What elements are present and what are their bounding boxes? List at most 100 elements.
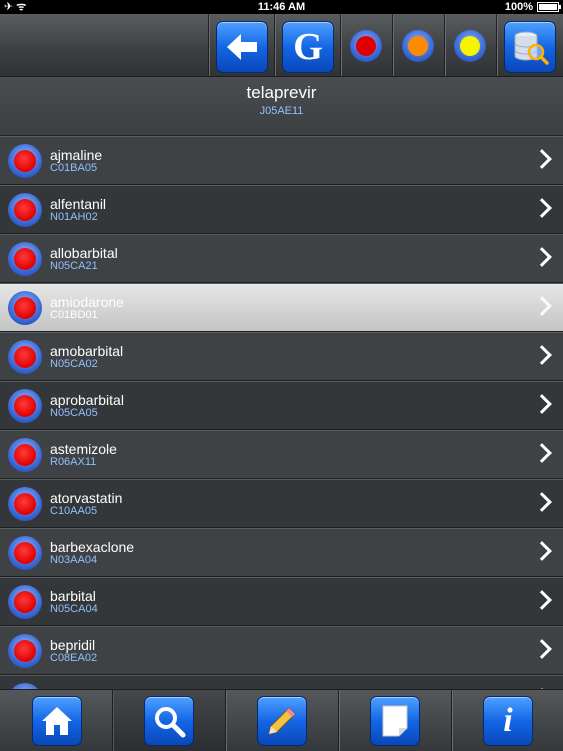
interaction-level-icon — [8, 487, 42, 521]
chevron-right-icon — [532, 345, 552, 365]
status-bar: ✈ ᯤ 11:46 AM 100% — [0, 0, 563, 14]
search-button[interactable] — [144, 696, 194, 746]
drug-code: C08EA02 — [50, 652, 98, 664]
toolbar-separator — [444, 14, 445, 76]
battery-percent: 100% — [504, 1, 533, 13]
interaction-level-icon — [8, 438, 42, 472]
database-search-button[interactable] — [504, 21, 556, 73]
chevron-right-icon — [532, 443, 552, 463]
drug-code: N03AA04 — [50, 554, 98, 566]
chevron-right-icon — [532, 296, 552, 316]
filter-yellow-button[interactable] — [454, 30, 486, 62]
interaction-level-icon — [8, 193, 42, 227]
search-icon — [155, 707, 186, 738]
notes-edit-button[interactable] — [257, 696, 307, 746]
toolbar: G — [0, 14, 563, 77]
drug-code: C01BD01 — [50, 309, 98, 321]
chevron-right-icon — [532, 492, 552, 512]
interaction-level-icon — [8, 242, 42, 276]
google-icon: G — [293, 26, 323, 68]
google-search-button[interactable]: G — [282, 21, 334, 73]
drug-name: ajmaline — [50, 147, 103, 163]
pencil-icon — [268, 707, 296, 735]
status-right: 100% — [504, 0, 561, 14]
bottom-toolbar: i — [0, 689, 563, 751]
home-icon — [42, 707, 72, 735]
drug-name: barbital — [50, 588, 96, 604]
home-button[interactable] — [32, 696, 82, 746]
drug-code: R06AX11 — [50, 456, 97, 468]
drug-list[interactable]: ajmaline C01BA05 alfentanil N01AH02 allobarb… — [0, 136, 563, 689]
drug-code: N05CA04 — [50, 603, 98, 615]
chevron-right-icon — [532, 394, 552, 414]
list-item[interactable]: allobarbital N05CA21 — [0, 234, 563, 283]
list-item[interactable]: astemizole R06AX11 — [0, 430, 563, 479]
drug-name: atorvastatin — [50, 490, 123, 506]
note-button[interactable] — [370, 696, 420, 746]
list-item[interactable]: alfentanil N01AH02 — [0, 185, 563, 234]
toolbar-separator — [340, 14, 341, 76]
drug-name: astemizole — [50, 441, 117, 457]
info-button[interactable]: i — [483, 696, 533, 746]
interaction-level-icon — [8, 634, 42, 668]
drug-name: allobarbital — [50, 245, 118, 261]
drug-code: N01AH02 — [50, 211, 98, 223]
drug-name: amobarbital — [50, 343, 124, 359]
drug-code: N05CA02 — [50, 358, 98, 370]
chevron-right-icon — [532, 149, 552, 169]
list-item[interactable]: bortezomib — [0, 675, 563, 689]
chevron-right-icon — [532, 198, 552, 218]
interaction-level-icon — [8, 340, 42, 374]
status-time: 11:46 AM — [257, 1, 306, 13]
page-title: telaprevir — [246, 83, 317, 102]
orange-dot-icon — [408, 36, 428, 56]
interaction-level-icon — [8, 585, 42, 619]
list-item[interactable]: barbexaclone N03AA04 — [0, 528, 563, 577]
back-button[interactable] — [216, 21, 268, 73]
list-item[interactable]: atorvastatin C10AA05 — [0, 479, 563, 528]
list-item[interactable]: aprobarbital N05CA05 — [0, 381, 563, 430]
drug-name: bepridil — [50, 637, 96, 653]
chevron-right-icon — [532, 590, 552, 610]
page-code: J05AE11 — [259, 105, 304, 117]
drug-name: barbexaclone — [50, 539, 135, 555]
chevron-right-icon — [532, 639, 552, 659]
bottom-cell: i — [452, 690, 563, 751]
interaction-level-icon — [8, 144, 42, 178]
drug-name: amiodarone — [50, 294, 124, 310]
filter-orange-button[interactable] — [402, 30, 434, 62]
bottom-cell — [0, 690, 112, 751]
yellow-dot-icon — [460, 36, 480, 56]
list-item[interactable]: ajmaline C01BA05 — [0, 136, 563, 185]
drug-name: alfentanil — [50, 196, 107, 212]
chevron-right-icon — [532, 247, 552, 267]
drug-header: telaprevir J05AE11 — [0, 77, 563, 136]
list-item[interactable]: amiodarone C01BD01 — [0, 283, 563, 332]
list-item[interactable]: barbital N05CA04 — [0, 577, 563, 626]
drug-code: N05CA21 — [50, 260, 98, 272]
bottom-cell-active — [113, 690, 225, 751]
drug-code: C01BA05 — [50, 162, 98, 174]
drug-name: aprobarbital — [50, 392, 124, 408]
toolbar-separator — [496, 14, 497, 76]
interaction-level-icon — [8, 291, 42, 325]
red-dot-icon — [356, 36, 376, 56]
database-search-icon — [514, 31, 549, 65]
interaction-level-icon — [8, 536, 42, 570]
list-item[interactable]: bepridil C08EA02 — [0, 626, 563, 675]
toolbar-separator — [274, 14, 275, 76]
list-item[interactable]: amobarbital N05CA02 — [0, 332, 563, 381]
interaction-level-icon — [8, 389, 42, 423]
battery-icon — [537, 2, 561, 12]
chevron-right-icon — [532, 541, 552, 561]
bottom-cell — [226, 690, 338, 751]
drug-code: C10AA05 — [50, 505, 98, 517]
info-icon: i — [503, 702, 513, 739]
filter-red-button[interactable] — [350, 30, 382, 62]
drug-code: N05CA05 — [50, 407, 98, 419]
toolbar-separator — [208, 14, 209, 76]
toolbar-separator — [392, 14, 393, 76]
arrow-left-icon — [227, 34, 257, 60]
bottom-cell — [339, 690, 451, 751]
note-icon — [382, 705, 408, 737]
